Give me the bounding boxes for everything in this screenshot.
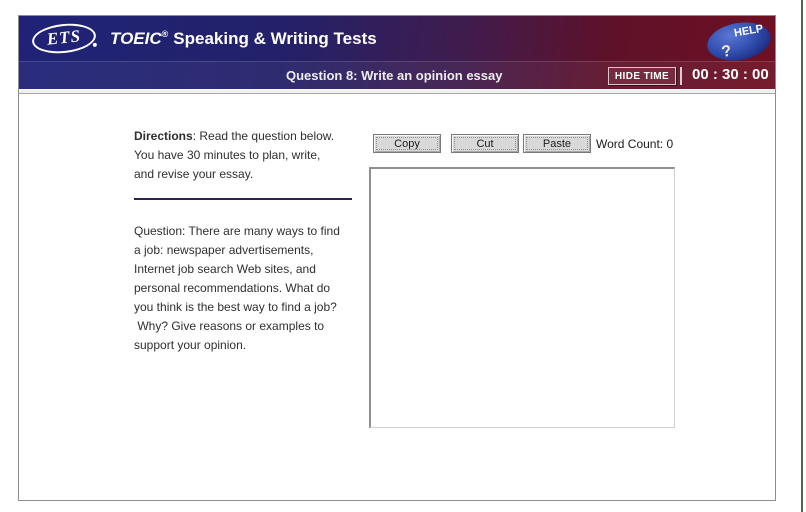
app-title-rest: Speaking & Writing Tests — [173, 28, 377, 48]
timer-display: 00 : 30 : 00 — [692, 66, 769, 83]
registered-mark: ® — [161, 28, 169, 39]
question-line: personal recommendations. What do — [134, 281, 331, 295]
copy-button[interactable]: Copy — [373, 134, 441, 153]
question-line: support your opinion. — [134, 338, 247, 352]
directions-divider — [134, 198, 352, 200]
content-area: Directions: Read the question below. You… — [19, 94, 775, 500]
screen: ETS TOEIC® Speaking & Writing Tests Quest… — [0, 0, 806, 512]
test-window: ETS TOEIC® Speaking & Writing Tests Quest… — [18, 15, 776, 501]
help-button-label: HELP — [733, 22, 765, 40]
hide-time-button[interactable]: HIDE TIME — [608, 67, 676, 85]
directions-line: You have 30 minutes to plan, write, — [134, 148, 321, 162]
header-title-row: ETS TOEIC® Speaking & Writing Tests — [19, 16, 775, 61]
header: ETS TOEIC® Speaking & Writing Tests Quest… — [19, 16, 775, 89]
paste-button[interactable]: Paste — [523, 134, 591, 153]
question-line: Question: There are many ways to find — [134, 224, 340, 238]
directions-line: Directions: Read the question below. — [134, 127, 374, 146]
question-text: Question: There are many ways to find a … — [134, 222, 384, 355]
timer-separator — [680, 67, 682, 85]
question-bar-title: Question 8: Write an opinion essay — [286, 68, 503, 83]
ets-logo-text: ETS — [45, 26, 82, 49]
directions-label: Directions — [134, 129, 193, 143]
question-line: Why? Give reasons or examples to — [134, 319, 325, 333]
app-title-brand: TOEIC — [110, 28, 162, 48]
essay-textarea[interactable] — [369, 167, 675, 428]
question-line: Internet job search Web sites, and — [134, 262, 316, 276]
ets-logo-dot — [92, 42, 98, 48]
cut-button[interactable]: Cut — [451, 134, 519, 153]
question-line: a job: newspaper advertisements, — [134, 243, 314, 257]
directions-text: Directions: Read the question below. You… — [134, 127, 374, 184]
question-line: you think is the best way to find a job? — [134, 300, 337, 314]
directions-line1-rest: : Read the question below. — [192, 129, 335, 143]
app-title: TOEIC® Speaking & Writing Tests — [110, 29, 377, 49]
ets-logo: ETS — [30, 20, 98, 57]
question-bar: Question 8: Write an opinion essay HIDE … — [19, 61, 775, 89]
help-question-mark-icon: ? — [720, 42, 733, 62]
directions-line: and revise your essay. — [134, 167, 254, 181]
word-count-label: Word Count: 0 — [596, 137, 674, 151]
screen-edge-line — [801, 0, 803, 512]
